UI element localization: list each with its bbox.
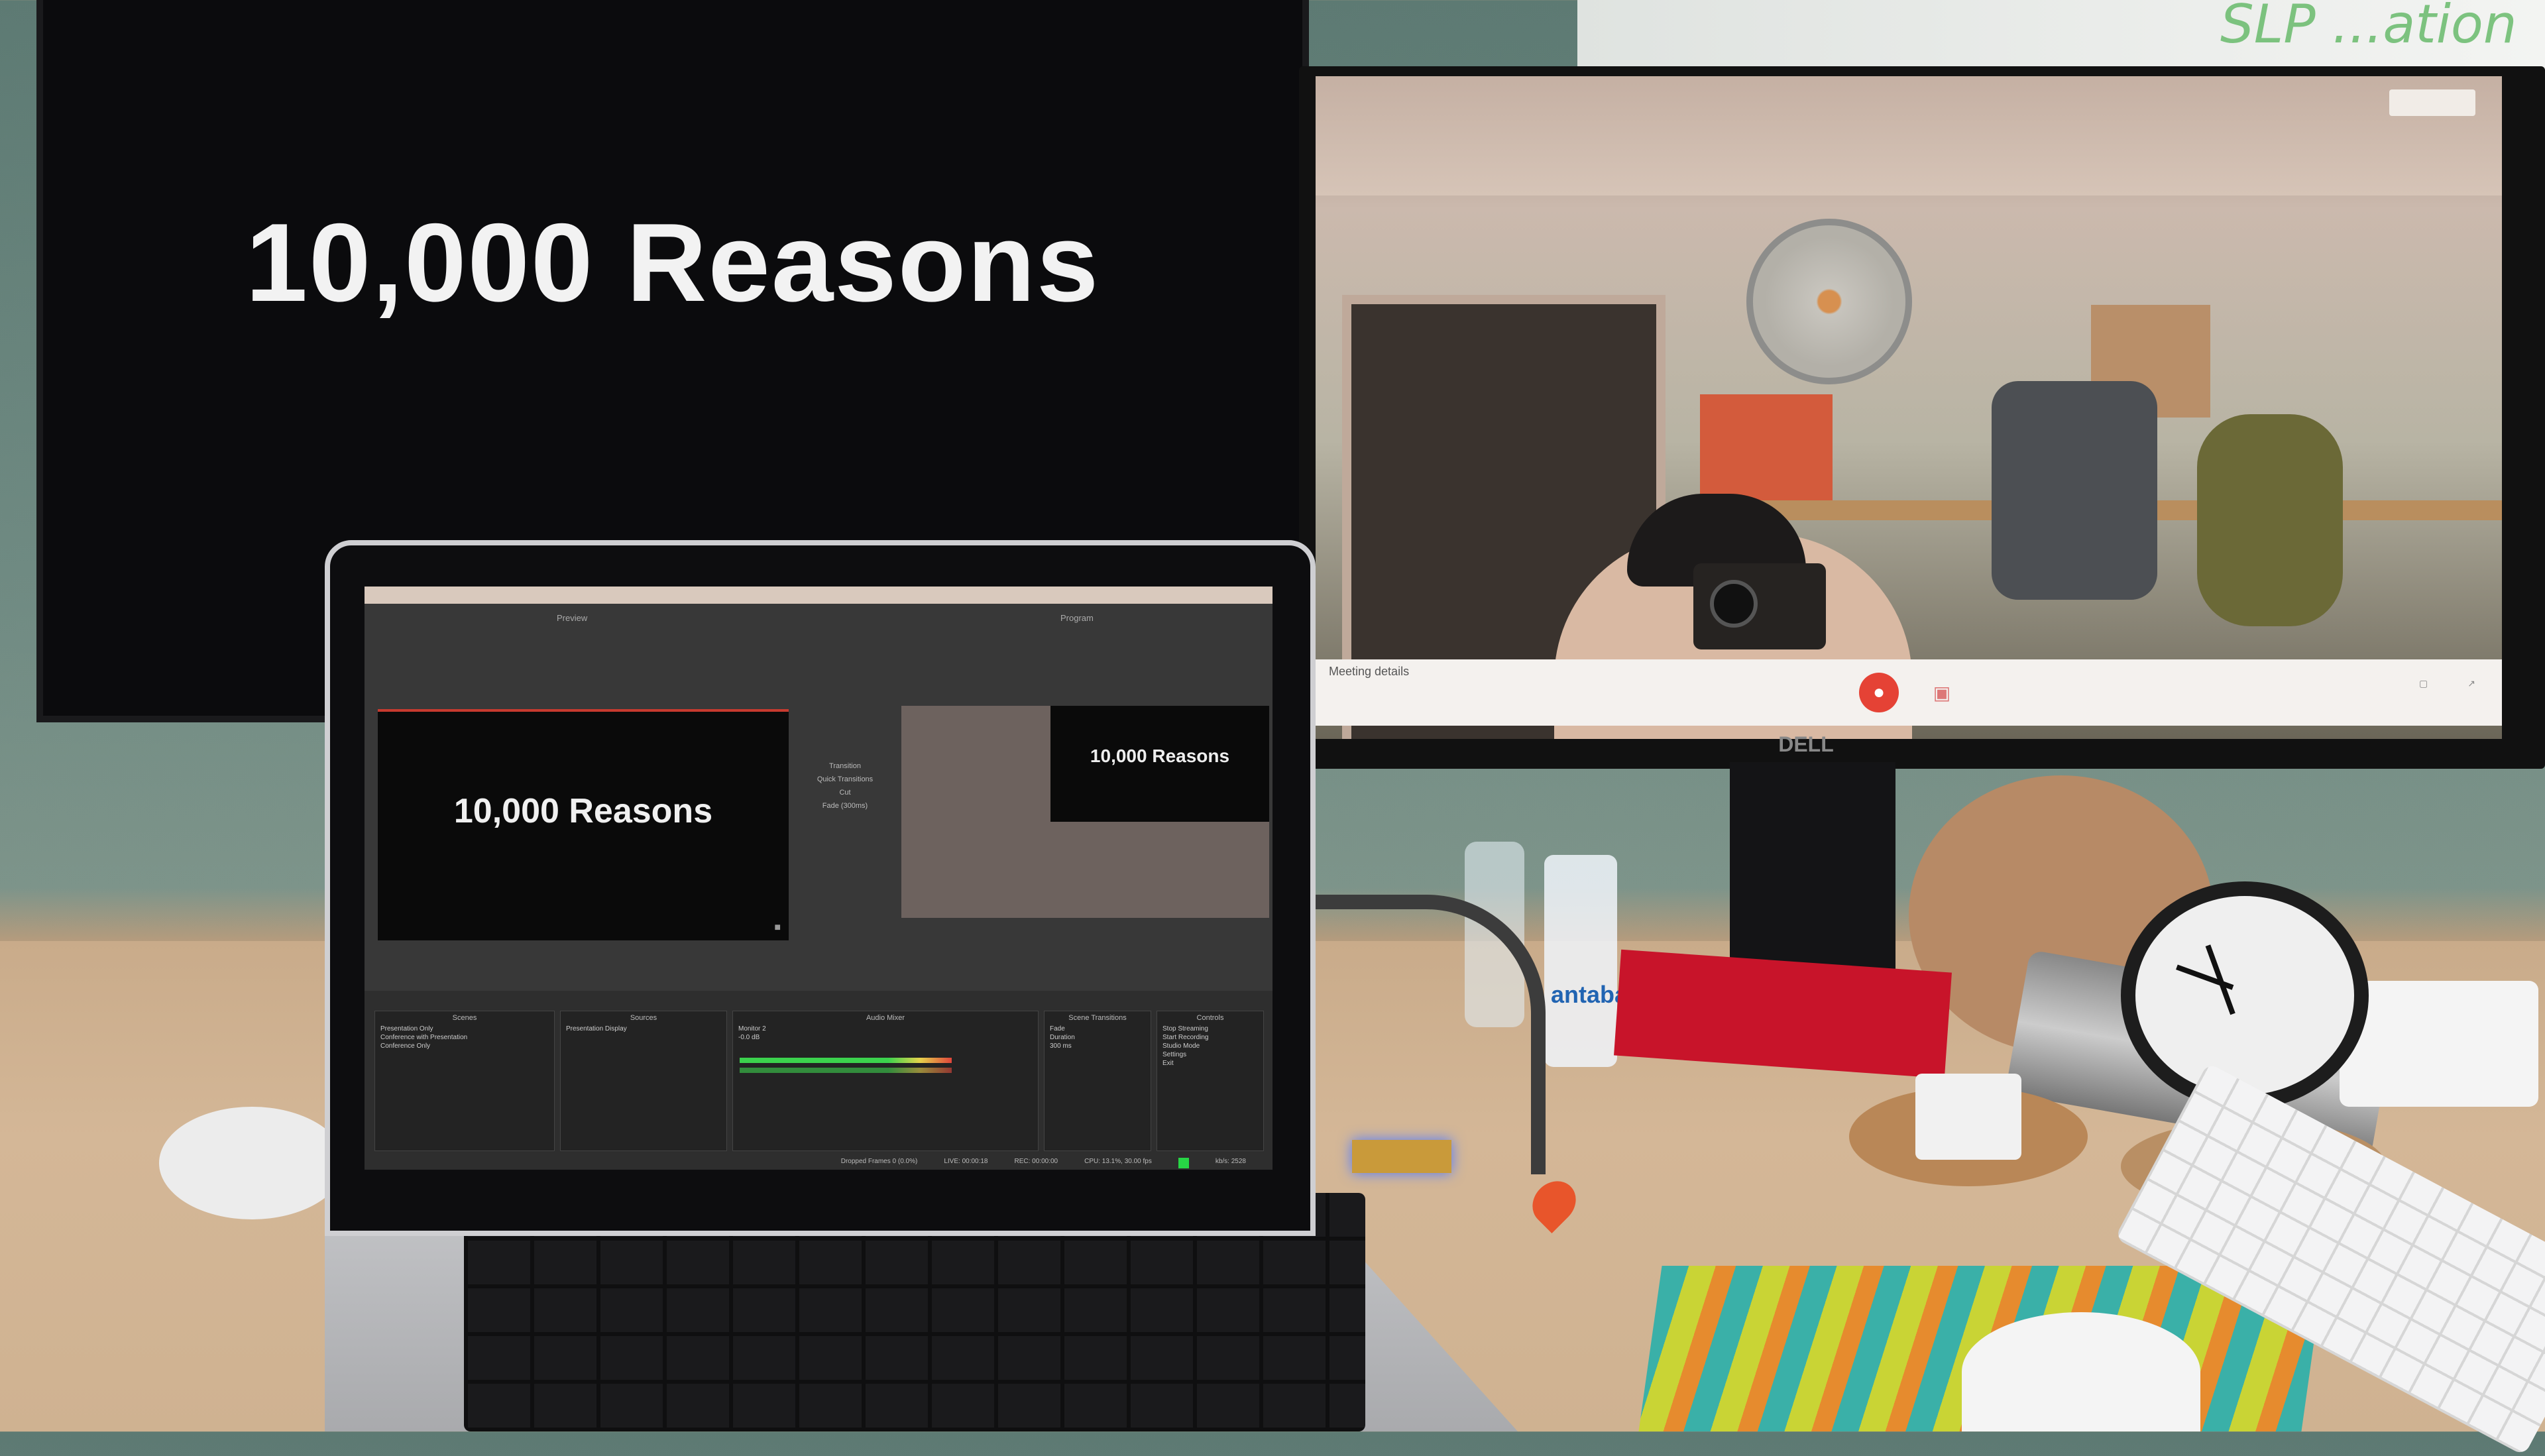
cpu-usage: CPU: 13.1%, 30.00 fps bbox=[1084, 1158, 1152, 1165]
obs-window: Preview Program 10,000 Reasons ■ Transit… bbox=[365, 587, 1272, 1170]
obs-program-canvas: 10,000 Reasons bbox=[901, 706, 1269, 918]
dropped-frames: Dropped Frames 0 (0.0%) bbox=[840, 1158, 918, 1165]
program-label: Program bbox=[1060, 613, 1094, 623]
duration-input[interactable]: 300 ms bbox=[1045, 1042, 1151, 1050]
magic-mouse-left bbox=[159, 1107, 345, 1219]
audio-mixer-header: Audio Mixer bbox=[866, 1014, 905, 1022]
magic-mouse-right bbox=[1962, 1312, 2200, 1431]
duration-label: Duration bbox=[1050, 1034, 1075, 1041]
audio-level-meter bbox=[740, 1068, 952, 1073]
slide-title: 10,000 Reasons bbox=[245, 200, 1100, 325]
hdmi-cable bbox=[1292, 895, 1546, 1174]
alarm-clock bbox=[2121, 881, 2369, 1109]
room-fan bbox=[1746, 219, 1912, 384]
call-control-bar: ● ▣ bbox=[1316, 659, 2502, 726]
studio-mode-button[interactable]: Studio Mode bbox=[1157, 1042, 1263, 1050]
dell-logo: DELL bbox=[1778, 732, 1834, 756]
whiteboard-text: SLP ...ation bbox=[2220, 0, 2517, 55]
audio-mixer-dock: Audio Mixer Monitor 2 -0.0 dB bbox=[732, 1011, 1039, 1151]
phone-lens bbox=[1710, 580, 1758, 628]
mixer-db-value: -0.0 dB bbox=[738, 1034, 760, 1041]
obs-dock-area: Scenes Presentation Only Conference with… bbox=[365, 991, 1272, 1170]
cut-button[interactable]: Cut bbox=[795, 789, 895, 797]
self-view-chip[interactable] bbox=[2389, 89, 2475, 116]
room-backpack bbox=[1992, 381, 2157, 600]
usb-plug bbox=[1915, 1074, 2021, 1160]
settings-button[interactable]: Settings bbox=[1157, 1050, 1263, 1059]
stream-status-icon bbox=[1178, 1158, 1189, 1168]
scenes-header: Scenes bbox=[452, 1014, 477, 1022]
obs-preview-canvas[interactable]: 10,000 Reasons ■ bbox=[378, 709, 789, 940]
source-item[interactable]: Presentation Display bbox=[561, 1025, 726, 1033]
scene-item[interactable]: Presentation Only bbox=[375, 1025, 554, 1033]
monitor-stand bbox=[1730, 762, 1895, 974]
scene-transitions-header: Scene Transitions bbox=[1068, 1014, 1127, 1022]
sources-header: Sources bbox=[630, 1014, 657, 1022]
preview-slide-title: 10,000 Reasons bbox=[453, 792, 713, 830]
preview-label: Preview bbox=[557, 613, 588, 623]
mic-off-icon[interactable]: ● bbox=[1859, 673, 1899, 712]
program-slide: 10,000 Reasons bbox=[1050, 706, 1269, 822]
program-slide-title: 10,000 Reasons bbox=[1090, 746, 1230, 766]
obs-status-bar: Dropped Frames 0 (0.0%) LIVE: 00:00:18 R… bbox=[365, 1158, 1272, 1170]
mixer-track-name: Monitor 2 bbox=[738, 1025, 766, 1033]
right-monitor: ● ▣ Meeting details ▢ ↗ bbox=[1299, 66, 2545, 769]
exit-button[interactable]: Exit bbox=[1157, 1059, 1263, 1068]
room-ceiling bbox=[1316, 76, 2502, 196]
room-backpack-green bbox=[2197, 414, 2343, 626]
mac-menubar bbox=[365, 587, 1272, 604]
preview-logo: ■ bbox=[774, 922, 781, 933]
audio-level-meter bbox=[740, 1058, 952, 1063]
rec-time: REC: 00:00:00 bbox=[1014, 1158, 1058, 1165]
power-adapter bbox=[2340, 981, 2538, 1107]
start-recording-button[interactable]: Start Recording bbox=[1157, 1033, 1263, 1042]
meeting-details-link[interactable]: Meeting details bbox=[1329, 665, 1409, 679]
room-bucket bbox=[1700, 394, 1833, 500]
controls-dock: Controls Stop Streaming Start Recording … bbox=[1157, 1011, 1264, 1151]
transition-panel: Transition Quick Transitions Cut Fade (3… bbox=[795, 762, 895, 828]
hdmi-plug bbox=[1352, 1140, 1451, 1173]
quick-transitions-label: Quick Transitions bbox=[817, 775, 874, 783]
scene-item[interactable]: Conference with Presentation bbox=[375, 1033, 554, 1042]
controls-header: Controls bbox=[1196, 1014, 1224, 1022]
fade-button[interactable]: Fade (300ms) bbox=[795, 802, 895, 810]
spray-bottle bbox=[1544, 855, 1617, 1067]
captions-icon[interactable]: ▢ bbox=[2419, 678, 2428, 689]
scene-item[interactable]: Conference Only bbox=[375, 1042, 554, 1050]
call-right-controls: ▢ ↗ bbox=[2419, 678, 2475, 689]
video-call-window: ● ▣ Meeting details ▢ ↗ bbox=[1316, 76, 2502, 739]
transition-button[interactable]: Transition bbox=[795, 762, 895, 770]
bitrate: kb/s: 2528 bbox=[1215, 1158, 1246, 1165]
sources-dock: Sources Presentation Display bbox=[560, 1011, 727, 1151]
bottle-label: antaba bbox=[1551, 981, 1628, 1008]
scenes-dock: Scenes Presentation Only Conference with… bbox=[374, 1011, 555, 1151]
present-icon[interactable]: ↗ bbox=[2467, 678, 2475, 689]
camera-icon[interactable]: ▣ bbox=[1925, 681, 1958, 704]
fade-select[interactable]: Fade bbox=[1045, 1025, 1151, 1033]
stop-streaming-button[interactable]: Stop Streaming bbox=[1157, 1025, 1263, 1033]
scene-transitions-dock: Scene Transitions Fade Duration 300 ms bbox=[1044, 1011, 1151, 1151]
live-time: LIVE: 00:00:18 bbox=[944, 1158, 988, 1165]
